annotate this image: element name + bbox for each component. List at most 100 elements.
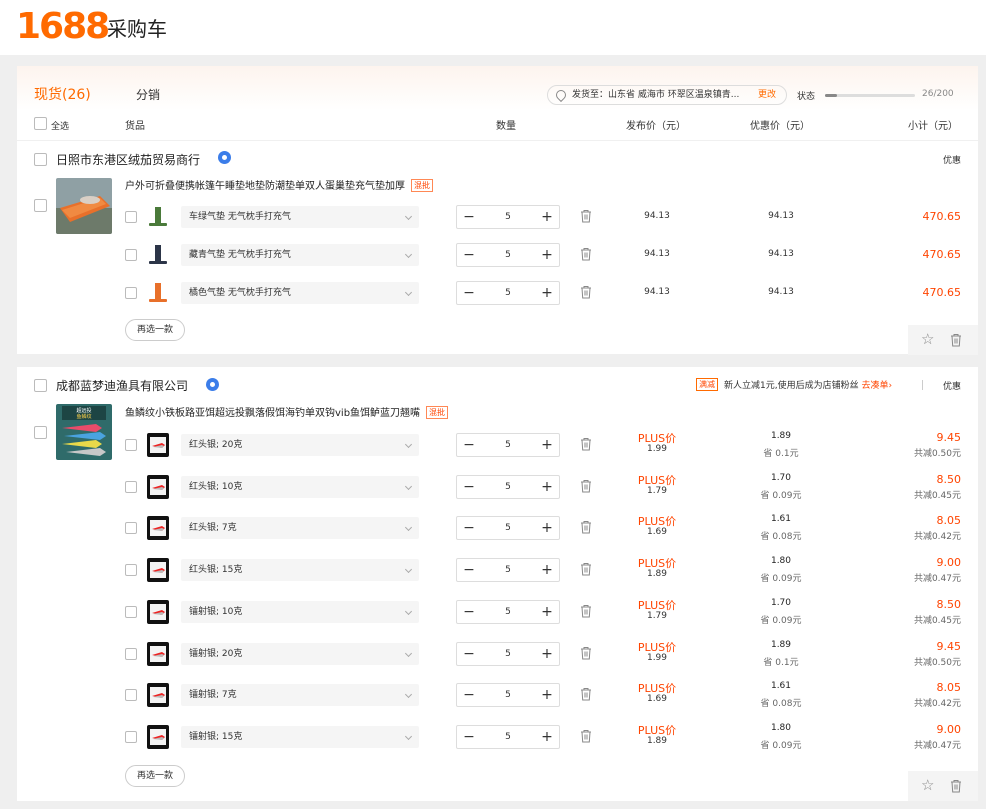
sku-spec-select[interactable]: 镭射银; 15克 — [181, 725, 419, 748]
shop-discount-label[interactable]: 优惠 — [943, 379, 961, 392]
quantity-input[interactable]: 5 — [481, 684, 535, 706]
quantity-input[interactable]: 5 — [481, 206, 535, 228]
increment-button[interactable]: + — [535, 601, 559, 623]
sku-thumbnail[interactable] — [147, 599, 169, 624]
tab-spot[interactable]: 现货(26) — [34, 84, 91, 104]
decrement-button[interactable]: − — [457, 643, 481, 665]
increment-button[interactable]: + — [535, 726, 559, 748]
increment-button[interactable]: + — [535, 643, 559, 665]
delete-sku-icon[interactable] — [580, 209, 592, 223]
sku-thumbnail[interactable] — [147, 516, 169, 541]
sku-spec-select[interactable]: 镭射银; 7克 — [181, 684, 419, 707]
increment-button[interactable]: + — [535, 434, 559, 456]
sku-thumbnail[interactable] — [147, 683, 169, 708]
increment-button[interactable]: + — [535, 244, 559, 266]
decrement-button[interactable]: − — [457, 684, 481, 706]
shop-checkbox[interactable] — [34, 153, 47, 166]
sku-thumbnail[interactable] — [147, 243, 169, 267]
sku-spec-select[interactable]: 藏青气垫 无气枕手打充气 — [181, 244, 419, 266]
sku-thumbnail[interactable] — [147, 433, 169, 457]
sku-spec-select[interactable]: 镭射银; 10克 — [181, 600, 419, 623]
sku-spec-select[interactable]: 红头银; 20克 — [181, 434, 419, 456]
sku-thumbnail[interactable] — [147, 474, 169, 499]
tab-distribution[interactable]: 分销 — [136, 86, 160, 103]
quantity-input[interactable]: 5 — [481, 244, 535, 266]
sku-checkbox[interactable] — [125, 730, 137, 743]
sku-checkbox[interactable] — [125, 605, 137, 618]
quantity-stepper[interactable]: −5 + — [456, 641, 560, 666]
decrement-button[interactable]: − — [457, 601, 481, 623]
quantity-stepper[interactable]: −5 + — [456, 599, 560, 624]
sku-spec-select[interactable]: 橘色气垫 无气枕手打充气 — [181, 282, 419, 304]
decrement-button[interactable]: − — [457, 282, 481, 304]
decrement-button[interactable]: − — [457, 434, 481, 456]
quantity-input[interactable]: 5 — [481, 282, 535, 304]
quantity-input[interactable]: 5 — [481, 517, 535, 539]
reselect-button[interactable]: 再选一款 — [125, 319, 185, 341]
decrement-button[interactable]: − — [457, 517, 481, 539]
delete-sku-icon[interactable] — [580, 479, 592, 493]
decrement-button[interactable]: − — [457, 206, 481, 228]
sku-checkbox[interactable] — [125, 647, 137, 660]
reselect-button[interactable]: 再选一款 — [125, 765, 185, 787]
quantity-input[interactable]: 5 — [481, 726, 535, 748]
go-collect-link[interactable]: 去凑单› — [861, 381, 892, 391]
favorite-star-icon[interactable]: ☆ — [921, 778, 934, 793]
sku-thumbnail[interactable] — [147, 205, 169, 229]
sku-checkbox[interactable] — [125, 287, 137, 299]
decrement-button[interactable]: − — [457, 476, 481, 498]
sku-spec-select[interactable]: 镭射银; 20克 — [181, 642, 419, 665]
sku-thumbnail[interactable] — [147, 724, 169, 749]
quantity-stepper[interactable]: −5 + — [456, 724, 560, 749]
delete-sku-icon[interactable] — [580, 729, 592, 743]
sku-checkbox[interactable] — [125, 689, 137, 702]
delete-sku-icon[interactable] — [580, 285, 592, 299]
delete-sku-icon[interactable] — [580, 247, 592, 261]
delete-sku-icon[interactable] — [580, 562, 592, 576]
sku-spec-select[interactable]: 红头银; 15克 — [181, 559, 419, 582]
delete-trash-icon[interactable] — [950, 779, 962, 793]
shop-name[interactable]: 日照市东港区绒茄贸易商行 — [56, 151, 200, 168]
product-title[interactable]: 户外可折叠便携帐篷午睡垫地垫防潮垫单双人蛋巢垫充气垫加厚 混批 — [125, 177, 433, 192]
sku-spec-select[interactable]: 红头银; 7克 — [181, 517, 419, 540]
delete-sku-icon[interactable] — [580, 646, 592, 660]
delete-trash-icon[interactable] — [950, 333, 962, 347]
sku-checkbox[interactable] — [125, 522, 137, 535]
delete-sku-icon[interactable] — [580, 437, 592, 451]
quantity-stepper[interactable]: −5 + — [456, 558, 560, 583]
quantity-stepper[interactable]: −5 + — [456, 205, 560, 229]
delete-sku-icon[interactable] — [580, 687, 592, 701]
delete-sku-icon[interactable] — [580, 604, 592, 618]
quantity-stepper[interactable]: −5 + — [456, 474, 560, 499]
ship-to-address[interactable]: 发货至：山东省 威海市 环翠区温泉镇青... 更改 — [547, 85, 787, 105]
shop-name[interactable]: 成都蓝梦迪渔具有限公司 — [56, 377, 188, 394]
sku-thumbnail[interactable] — [147, 641, 169, 666]
sku-thumbnail[interactable] — [147, 281, 169, 305]
sku-checkbox[interactable] — [125, 211, 137, 223]
increment-button[interactable]: + — [535, 559, 559, 581]
quantity-stepper[interactable]: −5 + — [456, 281, 560, 305]
increment-button[interactable]: + — [535, 206, 559, 228]
sku-thumbnail[interactable] — [147, 558, 169, 583]
increment-button[interactable]: + — [535, 684, 559, 706]
quantity-input[interactable]: 5 — [481, 476, 535, 498]
sku-checkbox[interactable] — [125, 480, 137, 493]
select-all-checkbox[interactable] — [34, 117, 47, 130]
change-address-link[interactable]: 更改 — [758, 86, 776, 104]
sku-checkbox[interactable] — [125, 249, 137, 261]
shop-checkbox[interactable] — [34, 379, 47, 392]
product-title[interactable]: 鱼鳞纹小铁板路亚饵超远投飘落假饵海钓单双钩vib鱼饵鲈蓝刀翘嘴 混批 — [125, 404, 449, 419]
increment-button[interactable]: + — [535, 517, 559, 539]
chat-icon[interactable] — [218, 151, 231, 164]
increment-button[interactable]: + — [535, 476, 559, 498]
quantity-input[interactable]: 5 — [481, 434, 535, 456]
quantity-stepper[interactable]: −5 + — [456, 516, 560, 541]
decrement-button[interactable]: − — [457, 244, 481, 266]
decrement-button[interactable]: − — [457, 726, 481, 748]
quantity-stepper[interactable]: −5 + — [456, 243, 560, 267]
shop-discount-label[interactable]: 优惠 — [943, 153, 961, 166]
quantity-input[interactable]: 5 — [481, 643, 535, 665]
decrement-button[interactable]: − — [457, 559, 481, 581]
quantity-stepper[interactable]: −5 + — [456, 433, 560, 457]
delete-sku-icon[interactable] — [580, 520, 592, 534]
